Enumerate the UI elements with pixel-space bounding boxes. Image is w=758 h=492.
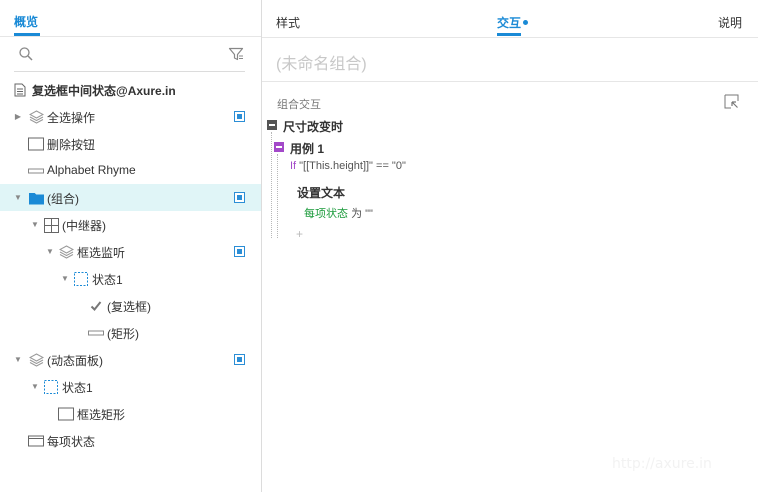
action-detail[interactable]: 每项状态 为 "" [304,205,373,221]
section-title: 组合交互 [277,99,321,111]
expand-arrow-icon[interactable]: ▼ [30,382,40,392]
folder-icon [28,190,44,206]
tree-row[interactable]: ▼ 状态1 [0,265,261,292]
search-icon[interactable] [18,46,34,62]
tab-notes[interactable]: 说明 [718,14,742,31]
tree-row-label: (组合) [47,192,79,206]
tree-guide-line [271,132,272,238]
tab-interaction[interactable]: 交互 [497,14,529,31]
tab-outline[interactable]: 概览 [14,13,38,30]
grid-icon [43,217,59,233]
tree-row-label: (动态面板) [47,354,103,368]
interaction-indicator-icon [234,354,245,365]
event-label[interactable]: 尺寸改变时 [283,118,343,135]
checkmark-icon [88,298,104,314]
interaction-indicator-icon [234,111,245,122]
add-action-button[interactable]: + [296,227,303,241]
page-icon [12,82,28,98]
tree-row-label: 状态1 [62,381,93,395]
condition-text: "[[This.height]]" == "0" [299,160,406,172]
case-label[interactable]: 用例 1 [290,140,324,157]
tree-row[interactable]: (矩形) [0,319,261,346]
layers-icon [28,109,44,125]
collapse-arrow-icon[interactable]: ▶ [13,112,23,122]
rectangle-icon [58,406,74,422]
tree-row[interactable]: Alphabet Rhyme [0,157,261,184]
tree-row-label: 框选监听 [77,246,126,260]
widget-name-input[interactable]: (未命名组合) [276,50,367,74]
tree-row-label: Alphabet Rhyme [47,163,136,177]
tree-row-label: 每项状态 [47,435,96,449]
action-value-prefix: 为 [351,208,363,220]
condition-keyword: If [290,160,297,172]
expand-arrow-icon[interactable]: ▼ [13,355,23,365]
expand-arrow-icon[interactable]: ▼ [60,274,70,284]
state-icon [43,379,59,395]
tree-row[interactable]: ▼ (动态面板) [0,346,261,373]
tree-row[interactable]: ▼ 框选监听 [0,238,261,265]
expand-arrow-icon[interactable]: ▼ [45,247,55,257]
tree-row[interactable]: 删除按钮 [0,130,261,157]
action-label[interactable]: 设置文本 [297,184,345,201]
line-icon [88,325,104,341]
tree-row[interactable]: (复选框) [0,292,261,319]
tree-row[interactable]: 复选框中间状态@Axure.in [0,76,261,103]
inspector-panel: 样式 交互 说明 (未命名组合) 组合交互 尺寸改变时 用例 1 If "[[Th… [262,0,758,492]
layers-icon [58,244,74,260]
divider [0,36,261,37]
watermark: http://axure.in [612,456,712,472]
tree-row[interactable]: ▼ 状态1 [0,373,261,400]
action-value: "" [365,208,373,220]
tree-row-label: 复选框中间状态@Axure.in [32,84,176,98]
expand-arrow-icon[interactable]: ▼ [13,193,23,203]
active-dot-icon [523,20,529,26]
interaction-indicator-icon [234,246,245,257]
tree-row-label: (中继器) [62,219,106,233]
search-input[interactable] [14,71,245,72]
tab-style[interactable]: 样式 [276,14,300,31]
divider [262,37,758,38]
tree-row[interactable]: ▼ (组合) [0,184,261,211]
filter-icon[interactable] [228,46,244,62]
tree-row-label: 框选矩形 [77,408,126,422]
collapse-event-icon[interactable] [267,120,277,130]
state-icon [73,271,89,287]
rectangle-icon [28,136,44,152]
tree-row-label: 全选操作 [47,111,96,125]
tree-row[interactable]: ▶ 全选操作 [0,103,261,130]
tree-row-label: 状态1 [92,273,123,287]
tab-interaction-underline [497,33,521,36]
rectangle-header-icon [28,433,44,449]
expand-editor-icon[interactable] [724,94,739,109]
line-icon [28,163,44,179]
collapse-case-icon[interactable] [274,142,284,152]
divider [262,81,758,82]
tree-row[interactable]: 每项状态 [0,427,261,454]
case-condition[interactable]: If "[[This.height]]" == "0" [290,160,406,172]
tree-row[interactable]: ▼ (中继器) [0,211,261,238]
tree-row-label: (矩形) [107,327,139,341]
layers-icon [28,352,44,368]
tab-interaction-label: 交互 [497,16,522,30]
tree-row-label: (复选框) [107,300,151,314]
interaction-indicator-icon [234,192,245,203]
tree-guide-line [277,154,278,238]
action-target: 每项状态 [304,208,348,220]
tree-row-label: 删除按钮 [47,138,96,152]
expand-arrow-icon[interactable]: ▼ [30,220,40,230]
outline-panel: 概览 复选框中间状态@Axure.in ▶ 全选操作删除按钮 Alphabet Rhy… [0,0,262,492]
tree-row[interactable]: 框选矩形 [0,400,261,427]
